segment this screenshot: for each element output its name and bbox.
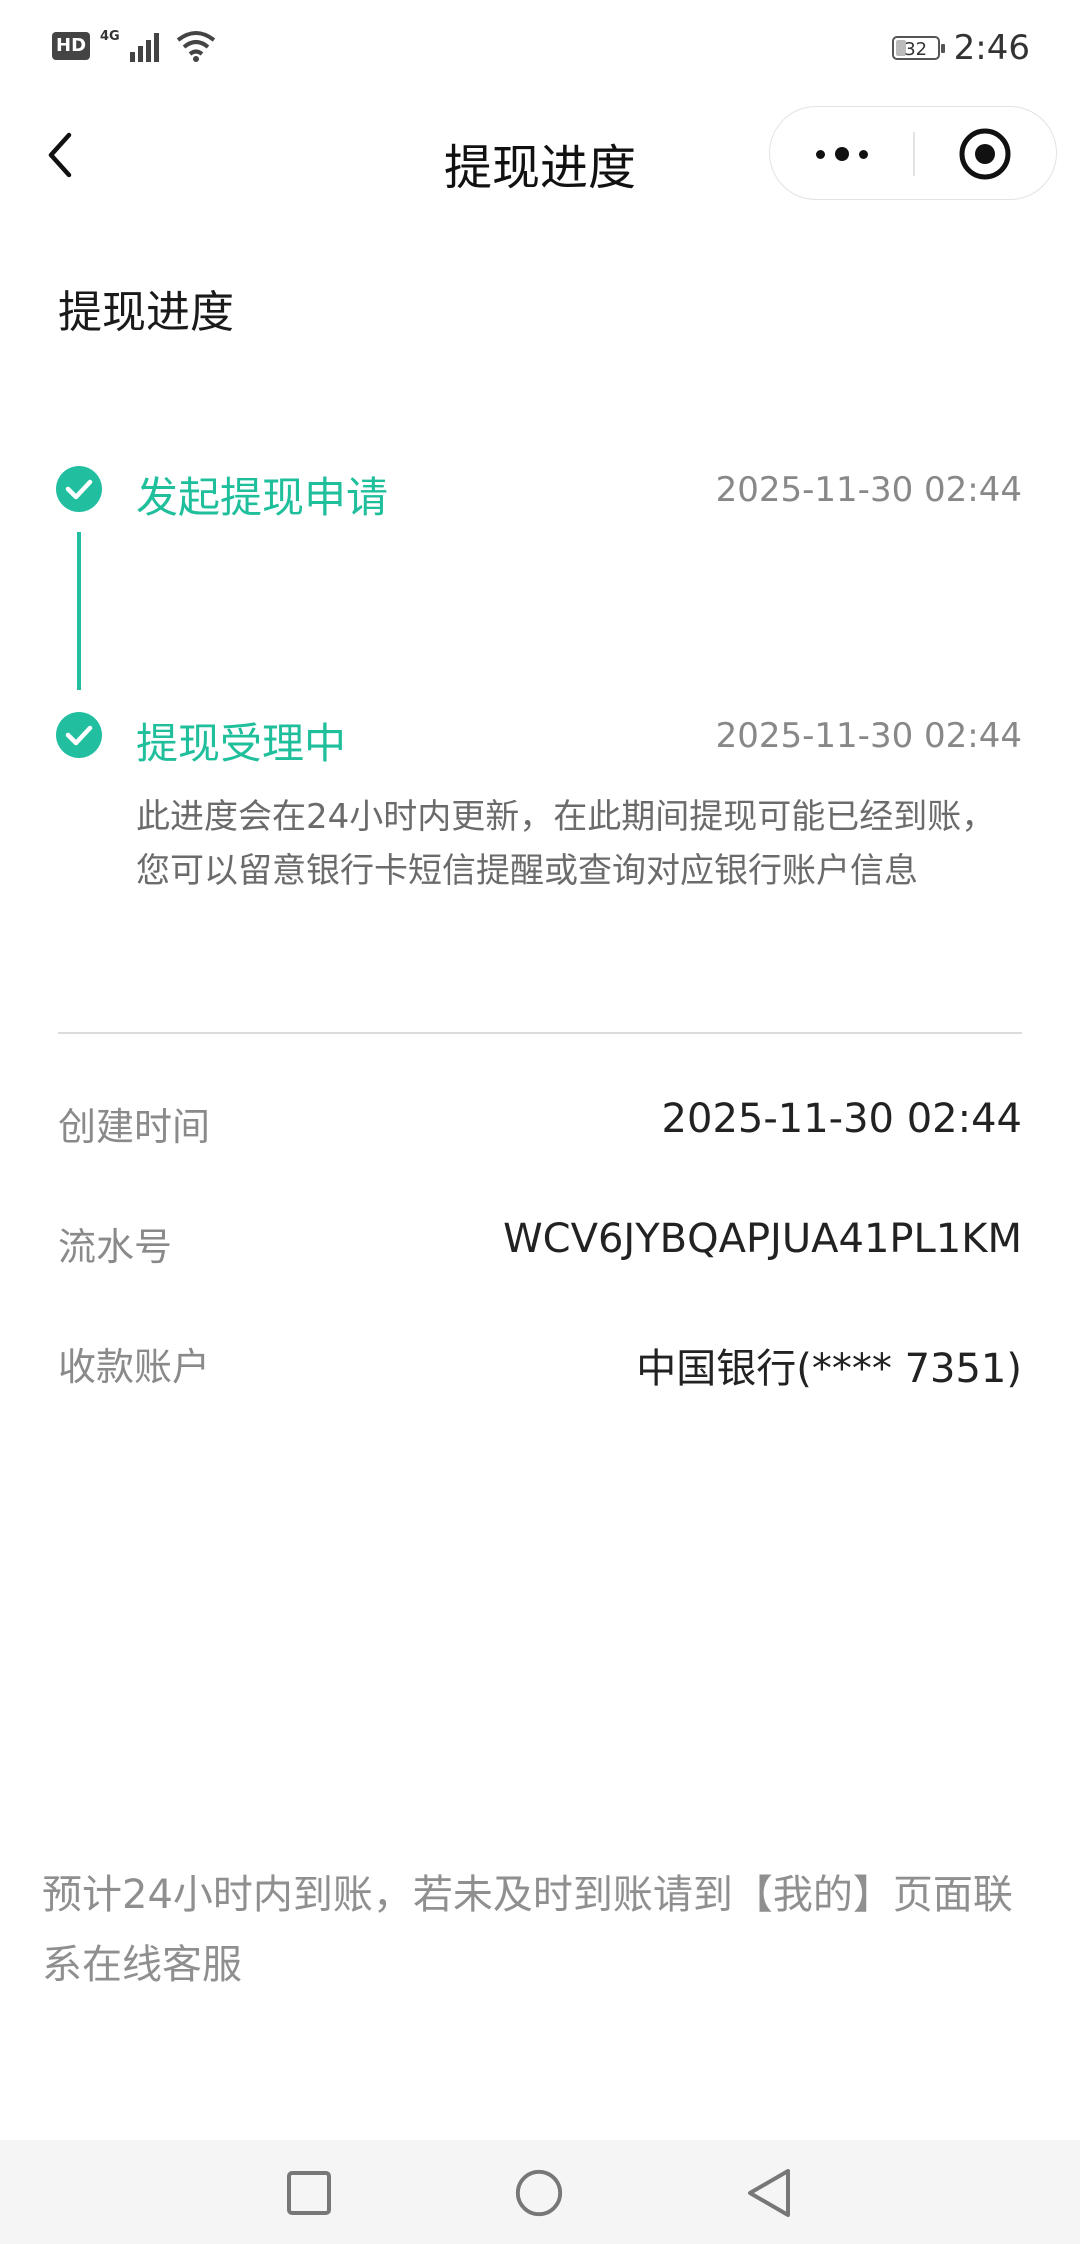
status-left: HD 4G [52, 28, 216, 62]
step-time: 2025-11-30 02:44 [715, 470, 1022, 510]
detail-label: 创建时间 [58, 1105, 211, 1149]
close-button[interactable] [915, 107, 1055, 201]
target-close-icon [959, 128, 1011, 180]
system-nav-bar [0, 2140, 1080, 2244]
nav-bar: 提现进度 [0, 100, 1080, 210]
more-dot-center [834, 147, 849, 161]
section-title: 提现进度 [58, 287, 234, 338]
triangle-back-icon [748, 2169, 790, 2217]
clock: 2:46 [953, 28, 1030, 68]
detail-value: WCV6JYBQAPJUA41PL1KM [503, 1216, 1022, 1262]
detail-value: 中国银行(**** 7351) [636, 1346, 1022, 1392]
status-bar: HD 4G 32 2:46 [0, 0, 1080, 96]
more-dots-icon [815, 149, 825, 159]
square-icon [287, 2171, 331, 2215]
detail-value: 2025-11-30 02:44 [661, 1096, 1022, 1142]
status-right: 32 2:46 [891, 28, 1030, 68]
battery-level: 32 [904, 39, 928, 60]
check-circle-icon [56, 712, 102, 758]
step-time: 2025-11-30 02:44 [715, 716, 1022, 756]
detail-label: 收款账户 [58, 1345, 211, 1389]
recents-button[interactable] [514, 2168, 564, 2218]
timeline-connector [77, 532, 81, 690]
detail-row-serial-number: 流水号 WCV6JYBQAPJUA41PL1KM [58, 1216, 1022, 1276]
hd-badge: HD [52, 32, 91, 60]
detail-row-created-time: 创建时间 2025-11-30 02:44 [58, 1096, 1022, 1156]
detail-label: 流水号 [58, 1225, 173, 1269]
step-label: 提现受理中 [136, 719, 347, 768]
detail-row-receiving-account: 收款账户 中国银行(**** 7351) [58, 1336, 1022, 1396]
circle-icon [515, 2169, 563, 2217]
mini-program-capsule [769, 106, 1057, 200]
home-button[interactable] [284, 2168, 334, 2218]
signal-icon [129, 33, 159, 62]
divider [58, 1032, 1022, 1034]
step-description: 此进度会在24小时内更新，在此期间提现可能已经到账，您可以留意银行卡短信提醒或查… [136, 797, 996, 891]
more-dot-right [858, 149, 868, 159]
check-circle-icon [56, 466, 102, 512]
system-back-button[interactable] [744, 2168, 794, 2218]
more-button[interactable] [770, 107, 913, 201]
footer-note: 预计24小时内到账，若未及时到账请到【我的】页面联系在线客服 [42, 1872, 1013, 1988]
battery-icon: 32 [891, 36, 945, 60]
network-type: 4G [100, 28, 120, 44]
wifi-icon [176, 31, 215, 62]
step-label: 发起提现申请 [136, 473, 389, 522]
